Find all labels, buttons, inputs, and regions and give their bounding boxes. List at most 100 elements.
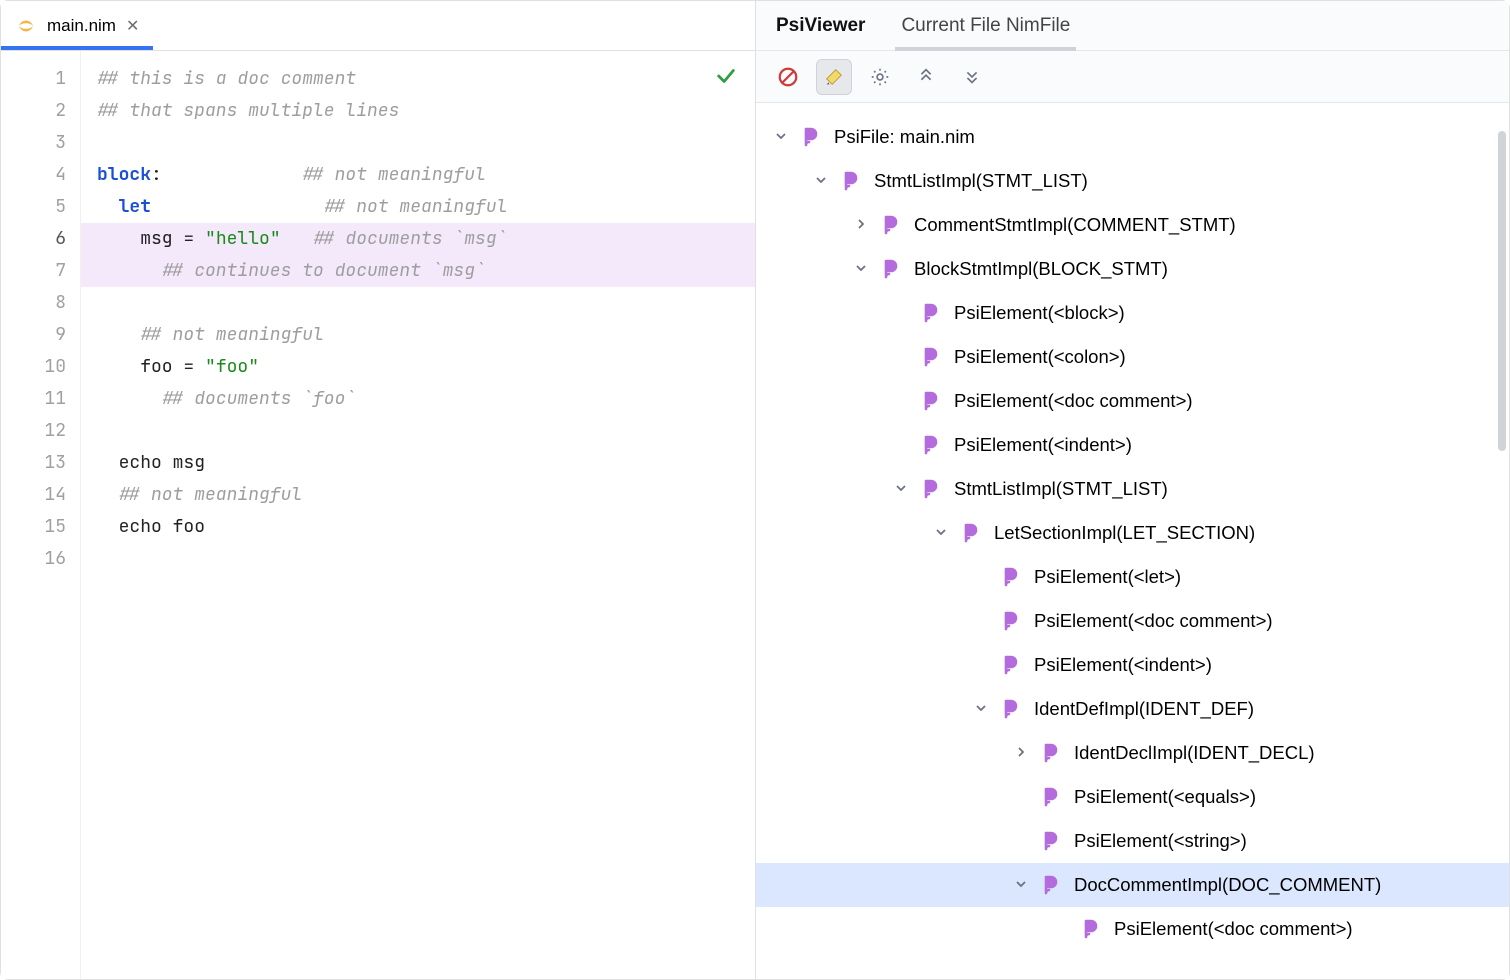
collapse-all-icon[interactable]	[908, 59, 944, 95]
psi-element-icon	[918, 477, 942, 501]
psi-node-label: StmtListImpl(STMT_LIST)	[954, 478, 1168, 500]
psi-tree-node[interactable]: StmtListImpl(STMT_LIST)	[756, 159, 1509, 203]
psi-tree-node[interactable]: PsiElement(<colon>)	[756, 335, 1509, 379]
nim-file-icon	[15, 15, 37, 37]
code-line[interactable]: msg = "hello" ## documents `msg`	[81, 223, 755, 255]
psi-tab-bar: PsiViewer Current File NimFile	[756, 1, 1509, 51]
highlight-icon[interactable]	[816, 59, 852, 95]
psi-tree-node[interactable]: PsiElement(<doc comment>)	[756, 907, 1509, 951]
psi-node-label: PsiElement(<doc comment>)	[954, 390, 1193, 412]
psi-node-label: PsiElement(<doc comment>)	[1114, 918, 1353, 940]
line-number: 2	[1, 95, 66, 127]
psi-element-icon	[998, 609, 1022, 633]
psi-tree-node[interactable]: LetSectionImpl(LET_SECTION)	[756, 511, 1509, 555]
chevron-down-icon[interactable]	[930, 525, 952, 541]
code-line[interactable]: ## not meaningful	[97, 479, 755, 511]
psi-tree-node[interactable]: PsiElement(<block>)	[756, 291, 1509, 335]
psi-node-label: LetSectionImpl(LET_SECTION)	[994, 522, 1255, 544]
psi-tab-currentfile[interactable]: Current File NimFile	[901, 1, 1070, 50]
psi-tree-node[interactable]: PsiElement(<indent>)	[756, 423, 1509, 467]
code-line[interactable]: echo msg	[97, 447, 755, 479]
line-number: 8	[1, 287, 66, 319]
code-line[interactable]: echo foo	[97, 511, 755, 543]
psi-element-icon	[798, 125, 822, 149]
line-number: 13	[1, 447, 66, 479]
code-line[interactable]	[97, 415, 755, 447]
code-line[interactable]: foo = "foo"	[97, 351, 755, 383]
psi-viewer-pane: PsiViewer Current File NimFile PsiFile: …	[756, 1, 1509, 979]
code-line[interactable]	[97, 127, 755, 159]
chevron-down-icon[interactable]	[770, 129, 792, 145]
code-line[interactable]: ## not meaningful	[97, 319, 755, 351]
code-line[interactable]: block: ## not meaningful	[97, 159, 755, 191]
code-area[interactable]: ## this is a doc comment## that spans mu…	[81, 51, 755, 979]
psi-tab-psiviewer[interactable]: PsiViewer	[776, 1, 865, 50]
psi-tree-node[interactable]: IdentDefImpl(IDENT_DEF)	[756, 687, 1509, 731]
psi-tree-node[interactable]: PsiElement(<string>)	[756, 819, 1509, 863]
close-tab-icon[interactable]: ✕	[126, 16, 139, 36]
line-number: 11	[1, 383, 66, 415]
code-line[interactable]	[97, 287, 755, 319]
psi-tree-node[interactable]: PsiElement(<indent>)	[756, 643, 1509, 687]
chevron-down-icon[interactable]	[970, 701, 992, 717]
line-number: 1	[1, 63, 66, 95]
line-number: 6	[1, 223, 66, 255]
psi-element-icon	[918, 433, 942, 457]
psi-tree-node[interactable]: PsiElement(<let>)	[756, 555, 1509, 599]
line-number: 3	[1, 127, 66, 159]
chevron-down-icon[interactable]	[890, 481, 912, 497]
line-number: 5	[1, 191, 66, 223]
psi-node-label: PsiElement(<indent>)	[1034, 654, 1212, 676]
psi-tree-node[interactable]: StmtListImpl(STMT_LIST)	[756, 467, 1509, 511]
line-number: 12	[1, 415, 66, 447]
psi-element-icon	[878, 213, 902, 237]
psi-tree[interactable]: PsiFile: main.nimStmtListImpl(STMT_LIST)…	[756, 103, 1509, 979]
psi-tree-node[interactable]: CommentStmtImpl(COMMENT_STMT)	[756, 203, 1509, 247]
editor-body[interactable]: 12345678910111213141516 ## this is a doc…	[1, 51, 755, 979]
line-number: 15	[1, 511, 66, 543]
psi-node-label: PsiElement(<indent>)	[954, 434, 1132, 456]
psi-element-icon	[1038, 829, 1062, 853]
settings-icon[interactable]	[862, 59, 898, 95]
code-line[interactable]: ## that spans multiple lines	[97, 95, 755, 127]
code-line[interactable]: ## documents `foo`	[97, 383, 755, 415]
code-line[interactable]: ## this is a doc comment	[97, 63, 755, 95]
psi-scrollbar[interactable]	[1498, 131, 1506, 451]
inspection-ok-icon[interactable]	[715, 65, 737, 94]
psi-element-icon	[958, 521, 982, 545]
psi-element-icon	[878, 257, 902, 281]
psi-tree-node[interactable]: DocCommentImpl(DOC_COMMENT)	[756, 863, 1509, 907]
expand-all-icon[interactable]	[954, 59, 990, 95]
psi-node-label: PsiElement(<colon>)	[954, 346, 1126, 368]
psi-tree-node[interactable]: PsiElement(<doc comment>)	[756, 599, 1509, 643]
block-icon[interactable]	[770, 59, 806, 95]
code-line[interactable]	[97, 543, 755, 575]
line-number: 14	[1, 479, 66, 511]
psi-tree-node[interactable]: PsiElement(<doc comment>)	[756, 379, 1509, 423]
editor-tab-main-nim[interactable]: main.nim ✕	[1, 1, 153, 50]
psi-node-label: IdentDefImpl(IDENT_DEF)	[1034, 698, 1254, 720]
psi-node-label: DocCommentImpl(DOC_COMMENT)	[1074, 874, 1381, 896]
chevron-right-icon[interactable]	[1010, 745, 1032, 761]
code-line[interactable]: let ## not meaningful	[97, 191, 755, 223]
psi-tree-node[interactable]: BlockStmtImpl(BLOCK_STMT)	[756, 247, 1509, 291]
psi-element-icon	[1038, 741, 1062, 765]
chevron-down-icon[interactable]	[1010, 877, 1032, 893]
psi-element-icon	[918, 301, 942, 325]
psi-node-label: CommentStmtImpl(COMMENT_STMT)	[914, 214, 1236, 236]
psi-element-icon	[918, 389, 942, 413]
chevron-right-icon[interactable]	[850, 217, 872, 233]
line-number: 7	[1, 255, 66, 287]
psi-node-label: PsiElement(<string>)	[1074, 830, 1247, 852]
psi-node-label: IdentDeclImpl(IDENT_DECL)	[1074, 742, 1315, 764]
chevron-down-icon[interactable]	[810, 173, 832, 189]
editor-tab-bar: main.nim ✕	[1, 1, 755, 51]
psi-element-icon	[1078, 917, 1102, 941]
psi-tree-node[interactable]: IdentDeclImpl(IDENT_DECL)	[756, 731, 1509, 775]
psi-tree-node[interactable]: PsiFile: main.nim	[756, 115, 1509, 159]
code-line[interactable]: ## continues to document `msg`	[81, 255, 755, 287]
chevron-down-icon[interactable]	[850, 261, 872, 277]
editor-tab-label: main.nim	[47, 16, 116, 36]
psi-tree-node[interactable]: PsiElement(<equals>)	[756, 775, 1509, 819]
psi-node-label: BlockStmtImpl(BLOCK_STMT)	[914, 258, 1168, 280]
